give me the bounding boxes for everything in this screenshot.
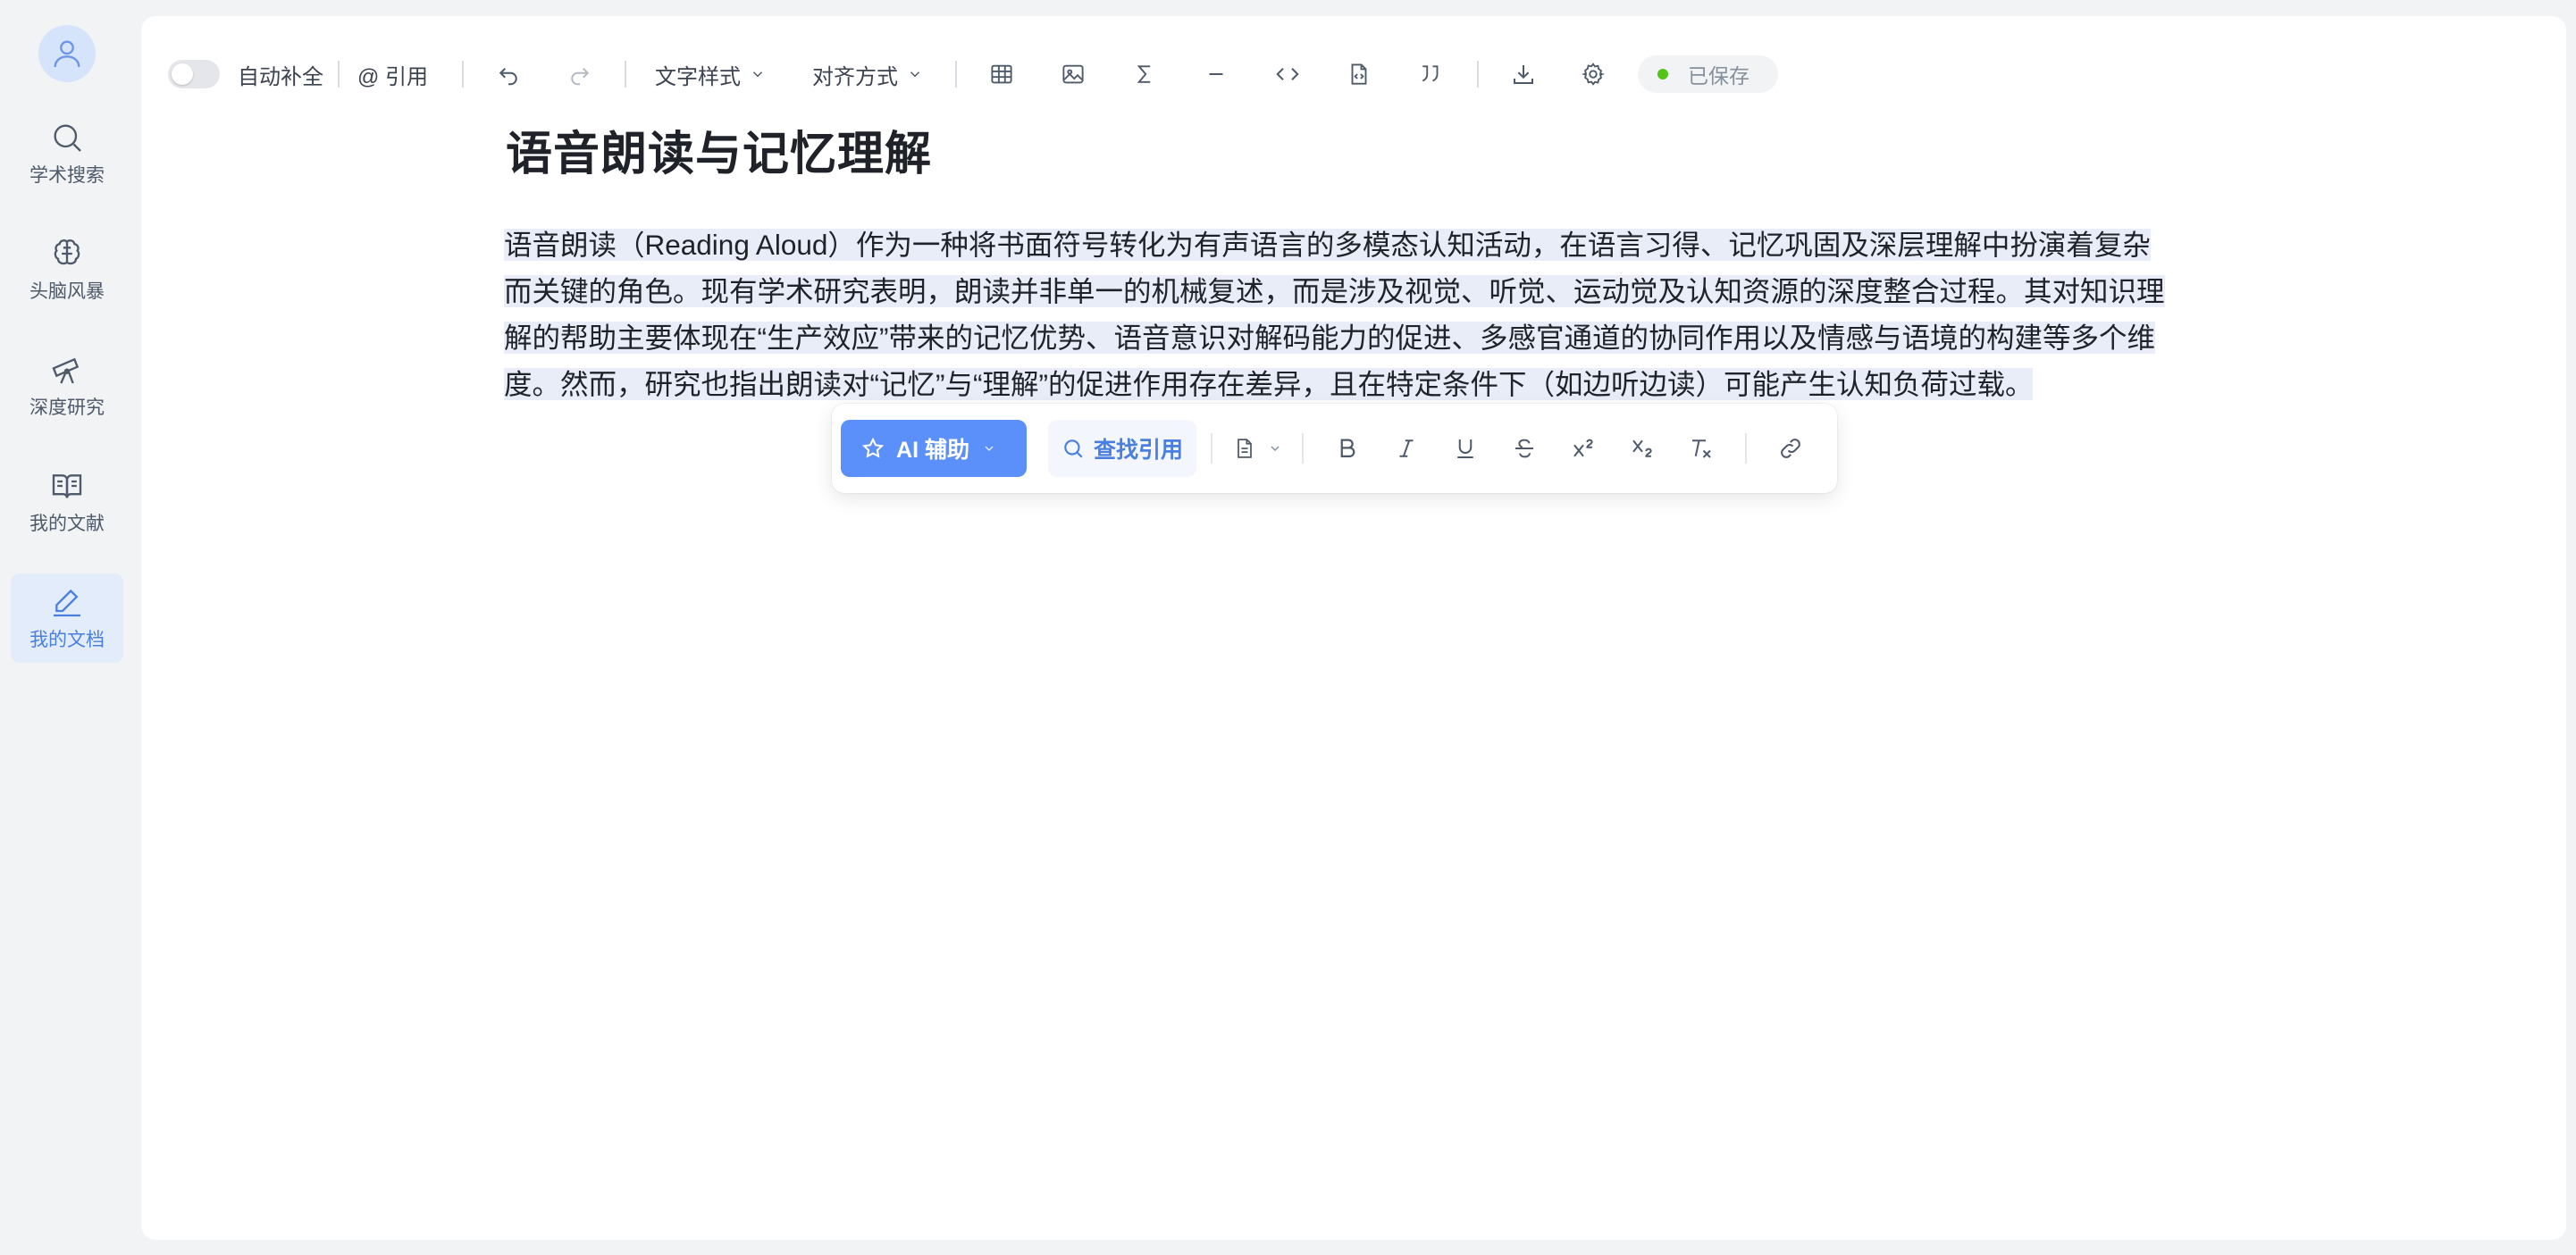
undo-button[interactable] <box>494 60 523 88</box>
toolbar-divider <box>955 61 958 88</box>
insert-code-button[interactable] <box>1273 60 1302 88</box>
editor-toolbar: 自动补全 @ 引用 文字样式 对齐方式 已保存 <box>168 41 2539 107</box>
file-code-icon <box>1351 63 1367 85</box>
user-icon <box>54 40 80 68</box>
align-label: 对齐方式 <box>812 64 899 89</box>
table-icon <box>991 64 1012 84</box>
subscript-icon <box>1632 439 1652 457</box>
sidebar-item-label: 头脑风暴 <box>29 281 105 302</box>
settings-button[interactable] <box>1579 60 1607 88</box>
star-icon <box>861 437 885 458</box>
redo-button[interactable] <box>566 60 594 88</box>
autocomplete-label: 自动补全 <box>238 64 323 89</box>
menu-divider <box>1211 433 1212 464</box>
sigma-icon <box>1137 65 1151 83</box>
sidebar-item-deep-research[interactable]: 深度研究 <box>11 341 123 431</box>
menu-divider <box>1745 433 1747 464</box>
toolbar-divider <box>625 61 627 88</box>
superscript-button[interactable] <box>1560 425 1607 472</box>
insert-link-button[interactable] <box>1767 425 1814 472</box>
toolbar-divider <box>462 61 465 88</box>
gear-icon <box>1582 63 1606 86</box>
sidebar-item-label: 我的文献 <box>29 514 105 534</box>
cite-button[interactable]: @ 引用 <box>357 59 428 90</box>
toolbar-divider <box>338 61 340 88</box>
strikethrough-button[interactable] <box>1501 425 1548 472</box>
insert-table-button[interactable] <box>987 60 1016 88</box>
horizontal-rule-icon <box>1209 73 1223 75</box>
chevron-down-icon <box>910 71 920 78</box>
find-citation-button[interactable]: 查找引用 <box>1048 420 1196 477</box>
align-dropdown[interactable]: 对齐方式 <box>812 59 923 90</box>
ai-assist-label: AI 辅助 <box>896 438 969 463</box>
insert-code-file-button[interactable] <box>1345 60 1373 88</box>
image-icon <box>1062 64 1084 84</box>
pen-icon <box>54 589 80 617</box>
save-status: 已保存 <box>1638 55 1779 93</box>
undo-icon <box>499 68 517 86</box>
document-title[interactable]: 语音朗读与记忆理解 <box>506 116 932 183</box>
telescope-icon <box>52 357 80 384</box>
download-button[interactable] <box>1509 60 1538 88</box>
quote-icon <box>1422 65 1439 82</box>
download-icon <box>1514 65 1534 84</box>
italic-button[interactable] <box>1383 425 1430 472</box>
bold-button[interactable] <box>1324 425 1371 472</box>
bold-icon <box>1340 439 1355 457</box>
document-body[interactable]: 语音朗读（Reading Aloud）作为一种将书面符号转化为有声语言的多模态认… <box>504 222 2169 407</box>
avatar[interactable] <box>38 25 96 82</box>
underline-icon <box>1457 439 1473 458</box>
sidebar: 学术搜索 头脑风暴 深度研究 我的文献 我的文档 <box>0 0 134 1255</box>
sidebar-item-label: 我的文档 <box>29 630 105 650</box>
sidebar-item-brainstorm[interactable]: 头脑风暴 <box>11 225 123 314</box>
menu-divider <box>1302 433 1304 464</box>
chevron-down-icon <box>753 71 763 78</box>
link-icon <box>1781 439 1800 458</box>
brain-icon <box>54 239 80 265</box>
editor-card: 自动补全 @ 引用 文字样式 对齐方式 已保存 语音朗读与记忆理解 语音朗读（R… <box>141 16 2566 1240</box>
text-style-dropdown[interactable]: 文字样式 <box>655 59 766 90</box>
superscript-icon <box>1573 439 1593 457</box>
saved-status-dot <box>1657 69 1669 79</box>
selection-bubble-menu: AI 辅助 查找引用 <box>832 404 1837 493</box>
search-icon <box>54 124 81 152</box>
block-type-dropdown[interactable] <box>1232 436 1282 461</box>
insert-formula-button[interactable] <box>1130 60 1159 88</box>
book-icon <box>52 474 82 498</box>
insert-divider-button[interactable] <box>1202 60 1230 88</box>
app-root: 学术搜索 头脑风暴 深度研究 我的文献 我的文档 自动补全 @ 引用 文字样式 … <box>0 0 2576 1255</box>
code-icon <box>1276 68 1299 80</box>
sidebar-item-my-literature[interactable]: 我的文献 <box>11 457 123 547</box>
chevron-down-icon <box>985 446 994 452</box>
strikethrough-icon <box>1515 439 1533 458</box>
ai-assist-button[interactable]: AI 辅助 <box>841 420 1027 477</box>
find-citation-label: 查找引用 <box>1093 438 1183 463</box>
chevron-down-icon <box>1271 446 1280 452</box>
selected-paragraph[interactable]: 语音朗读（Reading Aloud）作为一种将书面符号转化为有声语言的多模态认… <box>504 229 2165 400</box>
text-style-label: 文字样式 <box>655 64 742 89</box>
clear-format-icon <box>1692 439 1711 458</box>
save-status-label: 已保存 <box>1688 64 1750 88</box>
document-icon <box>1238 439 1252 458</box>
underline-button[interactable] <box>1442 425 1489 472</box>
redo-icon <box>571 68 590 86</box>
subscript-button[interactable] <box>1619 425 1666 472</box>
toolbar-divider <box>1477 61 1480 88</box>
search-icon <box>1064 439 1083 458</box>
sidebar-item-label: 学术搜索 <box>29 165 105 186</box>
insert-image-button[interactable] <box>1059 60 1087 88</box>
autocomplete-toggle[interactable] <box>168 60 220 88</box>
italic-icon <box>1399 439 1414 457</box>
sidebar-item-academic-search[interactable]: 学术搜索 <box>11 109 123 198</box>
sidebar-item-my-documents[interactable]: 我的文档 <box>11 573 123 663</box>
clear-format-button[interactable] <box>1678 425 1724 472</box>
insert-quote-button[interactable] <box>1416 60 1445 88</box>
sidebar-item-label: 深度研究 <box>29 397 105 418</box>
